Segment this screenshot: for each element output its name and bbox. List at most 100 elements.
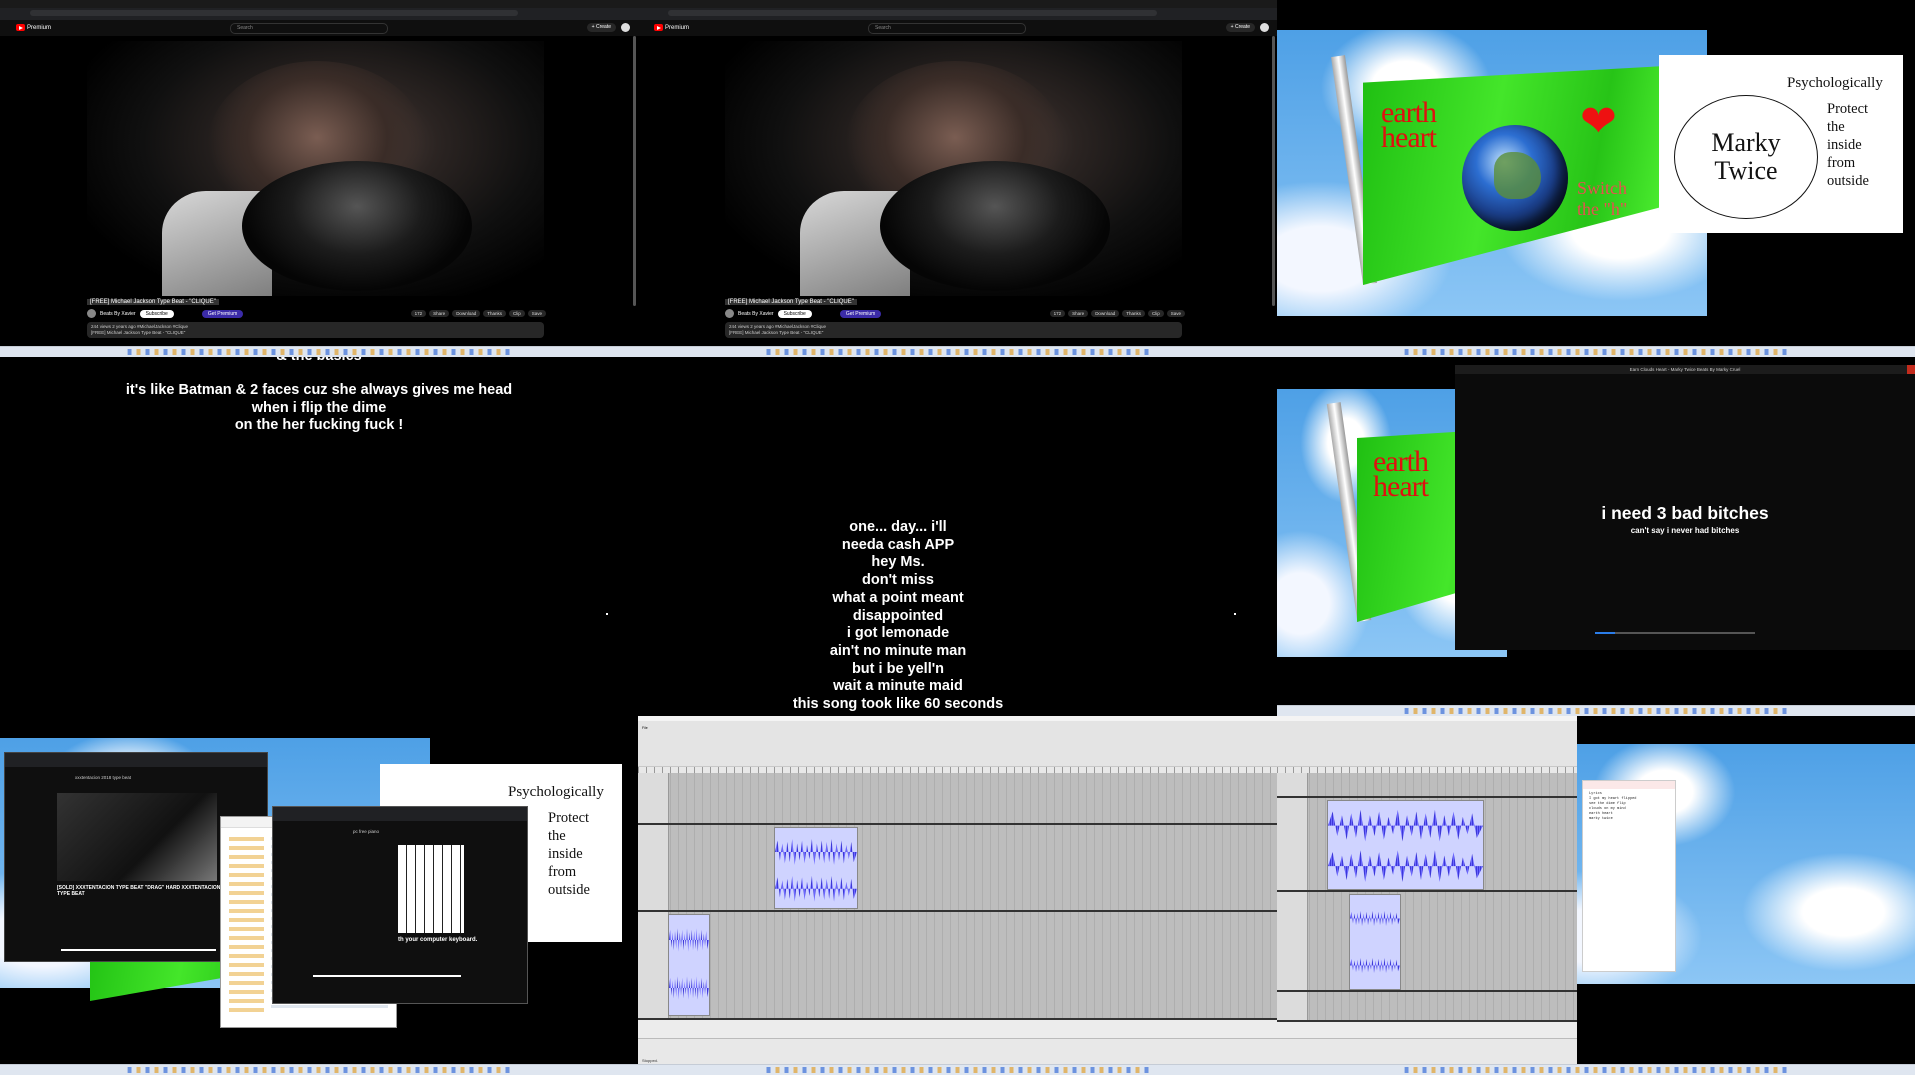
media-player[interactable]: Earn Clouds Heart - Marky Twice Beats By…: [1455, 365, 1915, 650]
audio-clip[interactable]: [1327, 800, 1484, 890]
scrollbar[interactable]: [1272, 36, 1275, 306]
track[interactable]: [638, 773, 1277, 825]
mouse-cursor: [1234, 613, 1236, 615]
video-player[interactable]: [725, 41, 1182, 296]
description-box[interactable]: 244 views 2 years ago #MichaelJackson #C…: [725, 322, 1182, 338]
channel-name[interactable]: Beats By Xavier: [738, 311, 774, 317]
channel-row: Beats By Xavier Subscribe Get Premium: [725, 309, 882, 318]
youtube-play-icon: [16, 24, 25, 31]
seek-bar[interactable]: [61, 949, 216, 951]
taskbar[interactable]: [0, 1064, 638, 1075]
browser-chrome: [0, 0, 638, 20]
flag-text: earth heart: [1373, 447, 1429, 502]
menu-file[interactable]: File: [642, 726, 648, 730]
scrollbar[interactable]: [633, 36, 636, 306]
search-input[interactable]: xxxtentacion 2018 type beat: [75, 775, 131, 780]
taskbar[interactable]: [638, 1064, 1277, 1075]
avatar[interactable]: [621, 23, 630, 32]
video-thumbnail[interactable]: [57, 793, 217, 881]
taskbar[interactable]: [638, 346, 1277, 357]
piano-keys[interactable]: [398, 845, 464, 933]
lyric-line: needa cash APP: [841, 536, 955, 553]
premium-button[interactable]: Get Premium: [839, 309, 882, 318]
frame-collage: Psychologically Protect the inside from …: [0, 716, 638, 1075]
toolbar[interactable]: [1277, 721, 1577, 767]
like-button[interactable]: 172: [1049, 310, 1066, 317]
toolbar[interactable]: [638, 721, 1277, 767]
close-button[interactable]: [1907, 365, 1915, 374]
switch-line: Switch: [1577, 178, 1628, 198]
track[interactable]: [1277, 773, 1577, 798]
track-area[interactable]: [1277, 773, 1577, 1022]
track[interactable]: [638, 912, 1277, 1020]
search-input[interactable]: Search: [868, 23, 1026, 34]
address-bar[interactable]: [30, 10, 518, 16]
thanks-button[interactable]: Thanks: [483, 310, 506, 317]
taskbar[interactable]: [1277, 346, 1915, 357]
selection-toolbar[interactable]: Stopped.: [638, 1038, 1277, 1065]
video-actions: 172 Share Download Thanks Clip Save: [410, 310, 546, 317]
description-box[interactable]: 244 views 2 years ago #MichaelJackson #C…: [87, 322, 544, 338]
like-button[interactable]: 172: [410, 310, 427, 317]
taskbar[interactable]: [0, 346, 638, 357]
track[interactable]: [1277, 992, 1577, 1022]
channel-name[interactable]: Beats By Xavier: [100, 311, 136, 317]
video-title: [FREE] Michael Jackson Type Beat - "CLIQ…: [725, 299, 857, 305]
channel-avatar[interactable]: [725, 309, 734, 318]
taskbar[interactable]: [1277, 1064, 1915, 1075]
share-button[interactable]: Share: [1068, 310, 1089, 317]
video-hat: [880, 161, 1110, 291]
video-player[interactable]: [87, 41, 544, 296]
youtube-logo[interactable]: Premium: [16, 24, 51, 31]
notepad-text[interactable]: Lyrics I got my heart flipped see the di…: [1583, 789, 1675, 825]
track[interactable]: [1277, 892, 1577, 992]
paper-side-text: Protect the inside from outside: [548, 809, 590, 899]
audio-clip[interactable]: [668, 914, 710, 1016]
address-bar[interactable]: [668, 10, 1157, 16]
download-button[interactable]: Download: [452, 310, 481, 317]
create-button[interactable]: + Create: [586, 23, 616, 32]
create-button[interactable]: + Create: [1225, 23, 1255, 32]
seek-bar[interactable]: [1595, 632, 1755, 634]
premium-button[interactable]: Get Premium: [201, 309, 244, 318]
side-line: the: [548, 828, 566, 844]
frame-lyrics-mid: one... day... i'll needa cash APP hey Ms…: [638, 357, 1277, 716]
brand-label: Premium: [665, 24, 690, 31]
search-input[interactable]: Search: [230, 23, 388, 34]
paper-side-text: Protect the inside from outside: [1827, 100, 1869, 190]
audio-clip[interactable]: [1349, 894, 1401, 990]
clip-button[interactable]: Clip: [508, 310, 525, 317]
clip-button[interactable]: Clip: [1147, 310, 1164, 317]
desc-line: [FREE] Michael Jackson Type Beat - "CLIQ…: [91, 330, 186, 335]
piano-window[interactable]: pc free piano th your computer keyboard.: [272, 806, 528, 1004]
side-line: from: [1827, 155, 1856, 171]
subscribe-button[interactable]: Subscribe: [777, 309, 812, 318]
share-button[interactable]: Share: [429, 310, 450, 317]
download-button[interactable]: Download: [1091, 310, 1120, 317]
lyric-line: don't miss: [862, 572, 934, 589]
audacity-window[interactable]: File Stopped.: [638, 716, 1277, 1075]
audacity-window[interactable]: [1277, 716, 1577, 1075]
player-caption-big: i need 3 bad bitches: [1601, 503, 1769, 523]
channel-avatar[interactable]: [87, 309, 96, 318]
frame-audacity-1: File Stopped.: [638, 716, 1277, 1075]
subscribe-button[interactable]: Subscribe: [139, 309, 174, 318]
frame-flag-player: earth heart Earn Clouds Heart - Marky Tw…: [1277, 357, 1915, 716]
video-actions: 172 Share Download Thanks Clip Save: [1049, 310, 1185, 317]
track[interactable]: [1277, 798, 1577, 892]
track[interactable]: [638, 825, 1277, 912]
audio-clip[interactable]: [774, 827, 858, 909]
notepad-window[interactable]: Lyrics I got my heart flipped see the di…: [1582, 780, 1676, 972]
selection-toolbar[interactable]: [1277, 1038, 1577, 1065]
thanks-button[interactable]: Thanks: [1122, 310, 1145, 317]
paper-heading: Psychologically: [508, 784, 604, 800]
circle-line: Twice: [1714, 156, 1778, 185]
taskbar[interactable]: [1277, 705, 1915, 716]
youtube-logo[interactable]: Premium: [654, 24, 689, 31]
seek-bar[interactable]: [313, 975, 461, 977]
save-button[interactable]: Save: [527, 310, 546, 317]
track-area[interactable]: [638, 773, 1277, 1020]
save-button[interactable]: Save: [1166, 310, 1185, 317]
search-input[interactable]: pc free piano: [353, 829, 379, 834]
avatar[interactable]: [1260, 23, 1269, 32]
